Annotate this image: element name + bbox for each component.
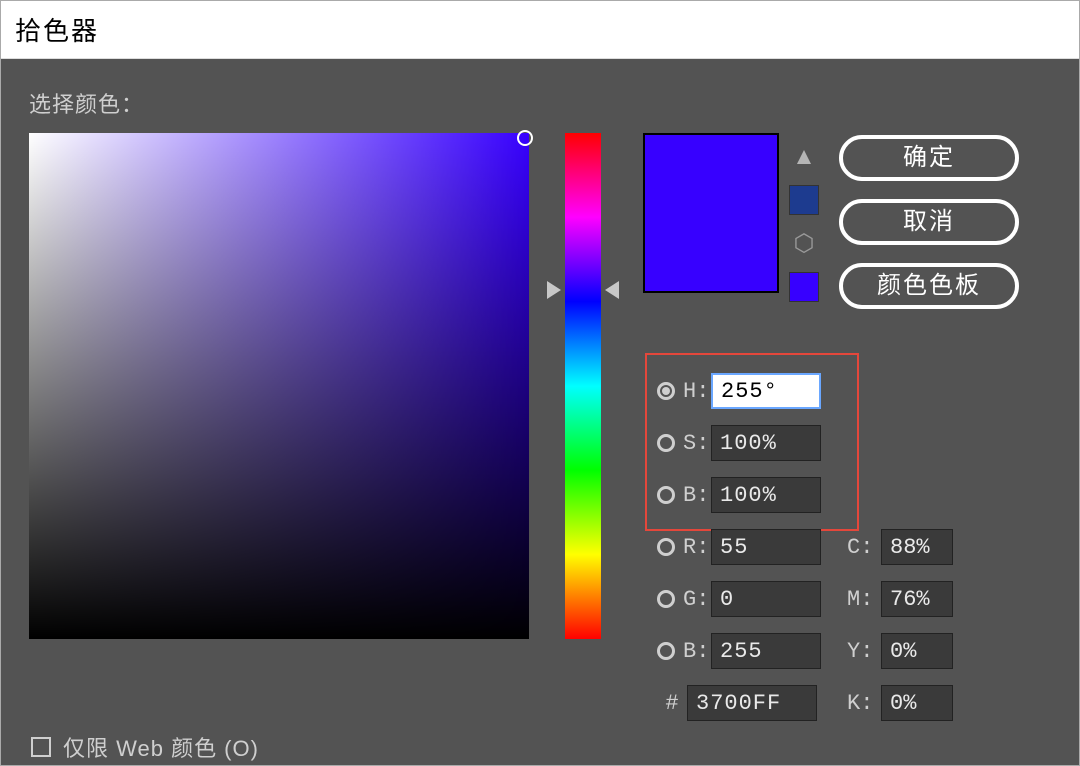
hue-arrow-left-icon bbox=[547, 281, 561, 299]
radio-r[interactable] bbox=[657, 538, 675, 556]
color-picker-window: 拾色器 选择颜色： ▲ ⬡ 确定 取消 bbox=[0, 0, 1080, 766]
input-g[interactable] bbox=[711, 581, 821, 617]
window-title: 拾色器 bbox=[15, 11, 99, 48]
new-color-swatch bbox=[643, 133, 779, 293]
gamut-safe-swatch[interactable] bbox=[789, 185, 819, 215]
web-only-label: 仅限 Web 颜色 (O) bbox=[63, 731, 259, 763]
label-g: G: bbox=[683, 587, 711, 612]
input-bb[interactable] bbox=[711, 633, 821, 669]
label-hex: # bbox=[657, 691, 687, 716]
ok-button[interactable]: 确定 bbox=[839, 135, 1019, 181]
input-y[interactable] bbox=[881, 633, 953, 669]
radio-g[interactable] bbox=[657, 590, 675, 608]
label-k: K: bbox=[847, 691, 881, 716]
label-s: S: bbox=[683, 431, 711, 456]
label-h: H: bbox=[683, 379, 711, 404]
sv-cursor-icon bbox=[517, 130, 533, 146]
hue-arrow-right-icon bbox=[605, 281, 619, 299]
dialog-body: 选择颜色： ▲ ⬡ 确定 取消 颜色色板 bbox=[1, 59, 1079, 765]
input-h[interactable] bbox=[711, 373, 821, 409]
radio-h[interactable] bbox=[657, 382, 675, 400]
websafe-warning-icon[interactable]: ⬡ bbox=[794, 229, 815, 258]
input-r[interactable] bbox=[711, 529, 821, 565]
radio-b[interactable] bbox=[657, 486, 675, 504]
radio-bb[interactable] bbox=[657, 642, 675, 660]
hue-slider[interactable] bbox=[565, 133, 601, 639]
input-b[interactable] bbox=[711, 477, 821, 513]
input-c[interactable] bbox=[881, 529, 953, 565]
hue-gradient bbox=[565, 133, 601, 639]
radio-s[interactable] bbox=[657, 434, 675, 452]
label-m: M: bbox=[847, 587, 881, 612]
cancel-button[interactable]: 取消 bbox=[839, 199, 1019, 245]
input-k[interactable] bbox=[881, 685, 953, 721]
label-y: Y: bbox=[847, 639, 881, 664]
swatches-button[interactable]: 颜色色板 bbox=[839, 263, 1019, 309]
input-hex[interactable] bbox=[687, 685, 817, 721]
gamut-warning-icon[interactable]: ▲ bbox=[792, 143, 816, 171]
input-m[interactable] bbox=[881, 581, 953, 617]
select-color-label: 选择颜色： bbox=[29, 87, 1059, 119]
rgb-fields: R: G: B: # bbox=[657, 527, 821, 723]
websafe-swatch[interactable] bbox=[789, 272, 819, 302]
titlebar: 拾色器 bbox=[1, 1, 1079, 59]
label-b: B: bbox=[683, 483, 711, 508]
hsb-fields: H: S: B: bbox=[657, 371, 821, 527]
saturation-value-field[interactable] bbox=[29, 133, 529, 639]
label-r: R: bbox=[683, 535, 711, 560]
cmyk-fields: C: M: Y: K: bbox=[847, 527, 953, 735]
web-only-row: 仅限 Web 颜色 (O) bbox=[31, 731, 259, 763]
web-only-checkbox[interactable] bbox=[31, 737, 51, 757]
label-c: C: bbox=[847, 535, 881, 560]
input-s[interactable] bbox=[711, 425, 821, 461]
label-bb: B: bbox=[683, 639, 711, 664]
